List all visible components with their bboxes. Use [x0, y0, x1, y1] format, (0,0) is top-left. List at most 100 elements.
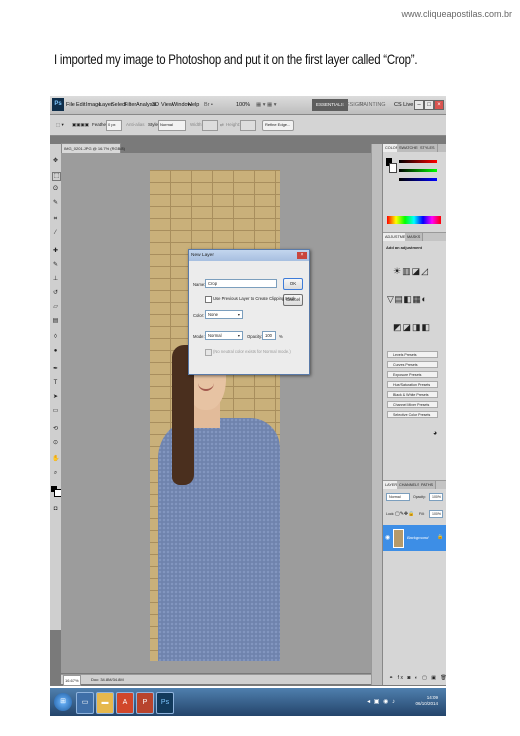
fill-input[interactable]: 100% [429, 510, 443, 518]
menu-help[interactable]: Help [188, 102, 199, 108]
3d-rotate-icon[interactable]: ⟲ [52, 426, 59, 433]
preset-channel-mixer[interactable]: Channel Mixer Presets [387, 401, 438, 408]
path-select-icon[interactable]: ➤ [52, 394, 59, 401]
taskbar-pdf-icon[interactable]: A [116, 692, 134, 714]
opacity-input[interactable]: 100 [262, 331, 276, 340]
menu-3d[interactable]: 3D [152, 102, 159, 108]
minimize-icon[interactable]: – [414, 100, 424, 110]
ok-button[interactable]: OK [283, 278, 303, 290]
tab-paths[interactable]: PATHS [419, 481, 437, 489]
dodge-tool-icon[interactable]: ● [52, 348, 59, 355]
brush-tool-icon[interactable]: ✎ [52, 262, 59, 269]
clipping-mask-checkbox[interactable] [205, 296, 212, 303]
tab-styles[interactable]: STYLES [418, 144, 438, 152]
preset-exposure[interactable]: Exposure Presets [387, 371, 438, 378]
layer-name-input[interactable]: Crop [205, 279, 277, 288]
windows-taskbar: ⊞ ▭ ▬ A P Ps ◂ ▣ ◉ ♪ 14:09 06/10/2014 [50, 688, 446, 716]
system-clock[interactable]: 14:09 06/10/2014 [415, 695, 438, 707]
color-label: Color: [193, 313, 205, 318]
blue-slider[interactable] [399, 178, 437, 181]
move-tool-icon[interactable]: ✥ [52, 158, 59, 165]
lock-icons[interactable]: ▢✎✥🔒 [395, 511, 414, 517]
color-bg-swatch[interactable] [389, 163, 397, 173]
arrange-icon[interactable]: ▦ ▾ ▦ ▾ [256, 102, 277, 108]
caption: I imported my image to Photoshop and put… [54, 51, 418, 67]
width-label: Width: [190, 122, 203, 127]
menu-file[interactable]: File [66, 102, 75, 108]
preset-curves[interactable]: Curves Presets [387, 361, 438, 368]
adjustment-icons-row-2[interactable]: ▽▤◧▦◐ [387, 294, 427, 305]
status-bar: 16.67% Doc: 34.8M/34.8M [61, 674, 371, 686]
dialog-close-icon[interactable]: × [297, 252, 307, 259]
layer-thumbnail [393, 529, 404, 548]
history-brush-icon[interactable]: ↺ [52, 290, 59, 297]
swap-icon[interactable]: ⇄ [220, 122, 224, 128]
layer-row-background[interactable]: ◉ Background 🔒 [383, 525, 446, 551]
quick-mask-icon[interactable]: ◘ [52, 506, 59, 513]
eraser-tool-icon[interactable]: ▱ [52, 304, 59, 311]
color-select[interactable]: None ▾ [205, 310, 243, 319]
clipping-mask-label: Use Previous Layer to Create Clipping Ma… [213, 296, 296, 301]
taskbar-folder-icon[interactable]: ▬ [96, 692, 114, 714]
stamp-tool-icon[interactable]: ⊥ [52, 276, 59, 283]
cs-live-button[interactable]: CS Live [394, 102, 413, 108]
workspace-painting[interactable]: PAINTING [360, 102, 386, 108]
preset-levels[interactable]: Levels Presets [387, 351, 438, 358]
healing-brush-icon[interactable]: ✚ [52, 248, 59, 255]
preset-selective-color[interactable]: Selective Color Presets [387, 411, 438, 418]
adjustment-footer-icon[interactable]: ◕ [433, 430, 437, 437]
eyedropper-tool-icon[interactable]: ⁄ [52, 230, 59, 237]
green-slider[interactable] [399, 169, 437, 172]
adjustment-icons-row-1[interactable]: ☀▥◪◿ [393, 266, 429, 277]
3d-orbit-icon[interactable]: ⊙ [52, 440, 59, 447]
maximize-icon[interactable]: □ [424, 100, 434, 110]
shape-tool-icon[interactable]: ▭ [52, 408, 59, 415]
close-icon[interactable]: × [434, 100, 444, 110]
type-tool-icon[interactable]: T [52, 380, 59, 387]
lasso-tool-icon[interactable]: ʘ [52, 186, 59, 193]
width-input[interactable] [202, 120, 218, 131]
panels-column: COLOR SWATCHES STYLES ADJUSTMENTS MASKS … [382, 144, 446, 685]
bridge-icon[interactable]: Br ▪ [204, 102, 213, 108]
status-zoom[interactable]: 16.67% [63, 675, 81, 686]
taskbar-explorer-icon[interactable]: ▭ [76, 692, 94, 714]
blur-tool-icon[interactable]: ◊ [52, 334, 59, 341]
layers-footer-icons[interactable]: ⚭ fx ◙ ◐ ▢ ▣ 🗑 [389, 675, 446, 681]
selection-mode-icons[interactable]: ▣▣▣▣ [72, 122, 89, 128]
photo-image [150, 170, 280, 661]
tab-masks[interactable]: MASKS [405, 233, 424, 241]
refine-edge-button[interactable]: Refine Edge... [262, 120, 294, 131]
preset-hue-saturation[interactable]: Hue/Saturation Presets [387, 381, 438, 388]
layers-opacity-input[interactable]: 100% [429, 493, 443, 501]
menu-filter[interactable]: Filter [124, 102, 136, 108]
layers-panel-tabs: LAYERS CHANNELS PATHS [383, 480, 446, 489]
style-select[interactable]: Normal [158, 120, 186, 131]
taskbar-powerpoint-icon[interactable]: P [136, 692, 154, 714]
zoom-tool-icon[interactable]: ⌕ [52, 470, 59, 477]
start-button-icon[interactable]: ⊞ [54, 693, 72, 711]
color-spectrum[interactable] [387, 216, 441, 224]
marquee-tool-icon[interactable]: ⬚ ▾ [56, 122, 64, 128]
preset-black-white[interactable]: Black & White Presets [387, 391, 438, 398]
gradient-tool-icon[interactable]: ▤ [52, 318, 59, 325]
chevron-down-icon: ▾ [237, 312, 240, 317]
marquee-tool-icon[interactable]: ⬚ [52, 172, 61, 181]
adjustment-icons-row-3[interactable]: ◩◪◨◧ [393, 322, 431, 333]
height-input[interactable] [240, 120, 256, 131]
quick-select-tool-icon[interactable]: ✎ [52, 200, 59, 207]
feather-input[interactable]: 0 px [106, 120, 122, 131]
menu-edit[interactable]: Edit [76, 102, 85, 108]
tray-icons[interactable]: ◂ ▣ ◉ ♪ [367, 698, 396, 705]
canvas-area[interactable]: New Layer × Name: Crop OK Cancel Use Pre… [61, 153, 371, 673]
mode-select[interactable]: Normal ▾ [205, 331, 243, 340]
layer-name: Background [407, 535, 429, 540]
visibility-eye-icon[interactable]: ◉ [385, 534, 390, 541]
red-slider[interactable] [399, 160, 437, 163]
blend-mode-select[interactable]: Normal [386, 493, 410, 501]
hand-tool-icon[interactable]: ✋ [52, 456, 59, 463]
antialias-checkbox[interactable]: Anti-alias [126, 122, 145, 127]
crop-tool-icon[interactable]: ⌗ [52, 216, 59, 223]
pen-tool-icon[interactable]: ✒ [52, 366, 59, 373]
zoom-level[interactable]: 100% [236, 102, 250, 108]
taskbar-photoshop-icon[interactable]: Ps [156, 692, 174, 714]
